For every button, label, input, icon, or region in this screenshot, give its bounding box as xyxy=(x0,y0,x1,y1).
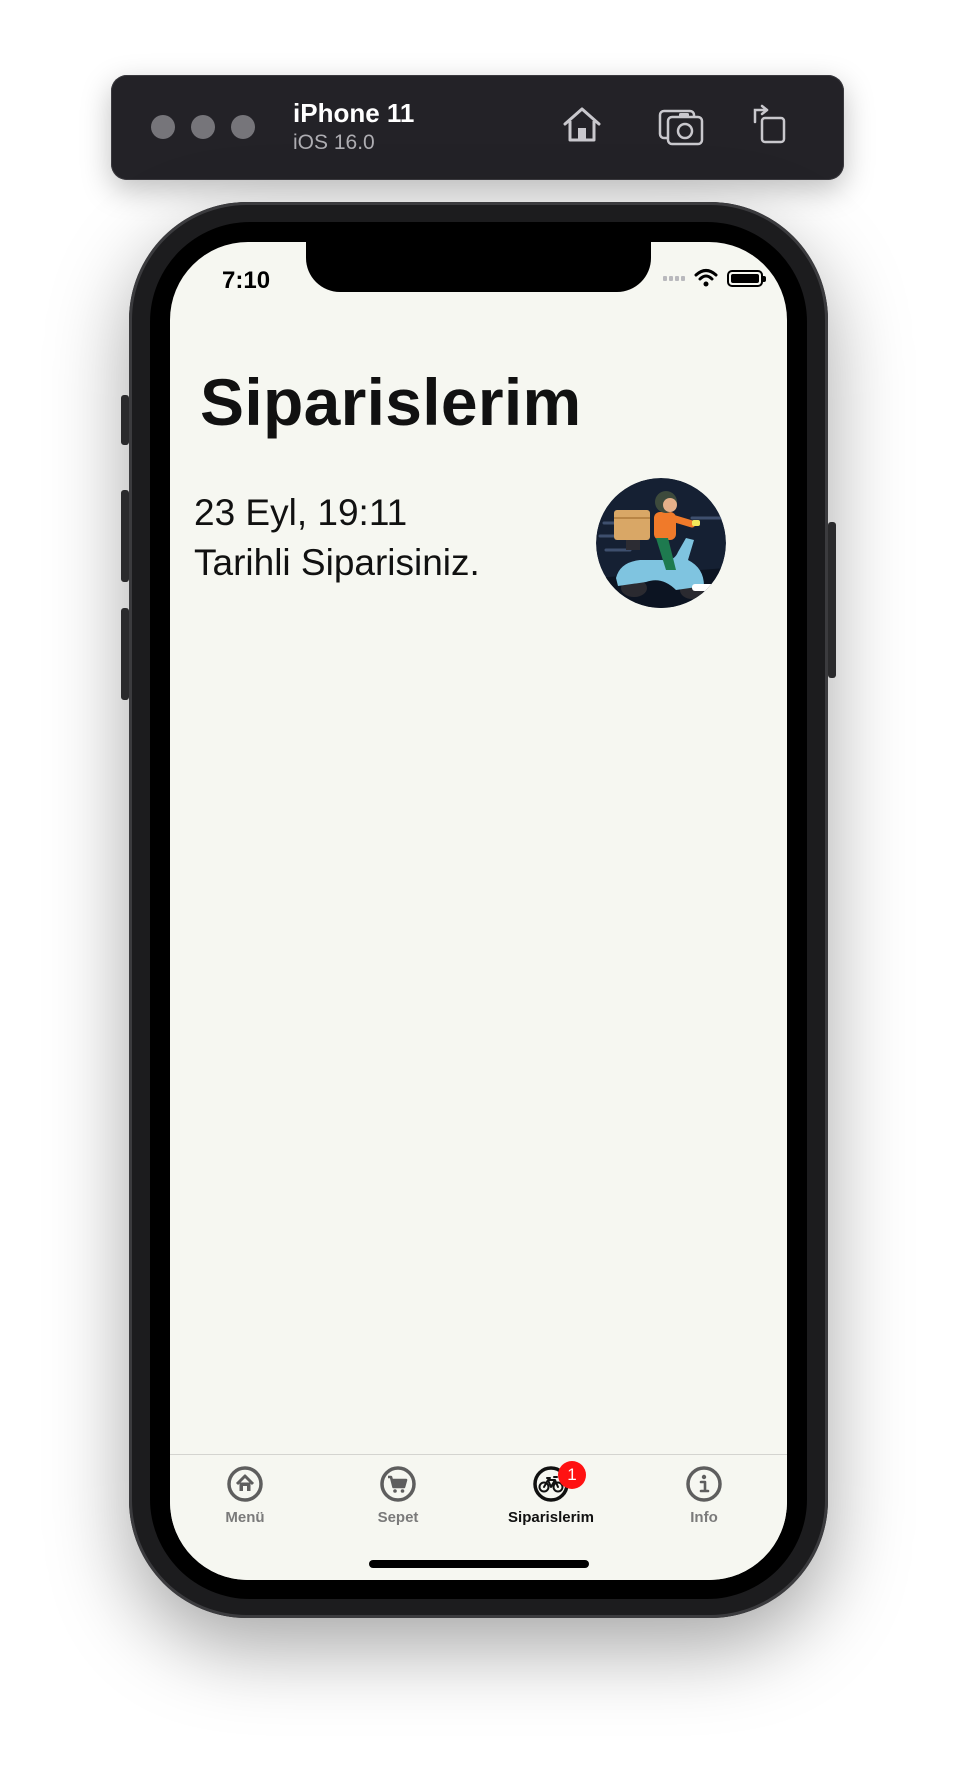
device-os-version: iOS 16.0 xyxy=(293,131,375,154)
volume-up-button xyxy=(121,490,129,582)
window-zoom-dot[interactable] xyxy=(231,115,255,139)
rotate-icon xyxy=(753,104,786,144)
order-description: Tarihli Siparisiniz. xyxy=(194,542,480,583)
notch xyxy=(306,242,651,292)
cellular-signal-icon xyxy=(663,275,685,281)
orders-badge: 1 xyxy=(558,1461,586,1489)
delivery-scooter-image xyxy=(596,478,726,608)
rotate-button[interactable] xyxy=(745,100,795,150)
tab-cart-label: Sepet xyxy=(377,1509,419,1526)
wifi-icon xyxy=(694,269,718,287)
window-minimize-dot[interactable] xyxy=(191,115,215,139)
screenshot-icon xyxy=(658,109,704,146)
home-indicator[interactable] xyxy=(369,1560,589,1568)
status-icons xyxy=(663,266,766,290)
mute-switch xyxy=(121,395,129,445)
order-list-item[interactable]: 23 Eyl, 19:11 Tarihli Siparisiniz. xyxy=(194,478,754,618)
status-time: 7:10 xyxy=(222,267,271,294)
tab-menu-label: Menü xyxy=(225,1509,265,1526)
order-date: 23 Eyl, 19:11 xyxy=(194,492,408,533)
battery-icon xyxy=(727,269,766,287)
tab-info-label: Info xyxy=(690,1509,718,1526)
info-icon xyxy=(686,1466,722,1502)
tab-info[interactable]: Info xyxy=(644,1465,764,1545)
window-close-dot[interactable] xyxy=(151,115,175,139)
app-screen: 7:10 Siparislerim 23 Eyl, 19:11 Tarihli … xyxy=(170,242,787,1580)
home-icon xyxy=(563,107,601,142)
simulator-toolbar xyxy=(111,75,844,180)
device-name: iPhone 11 xyxy=(293,98,415,128)
tab-menu[interactable]: Menü xyxy=(185,1465,305,1545)
tab-cart[interactable]: Sepet xyxy=(338,1465,458,1545)
tab-orders[interactable]: 1 Siparislerim xyxy=(491,1461,611,1545)
page-title: Siparislerim xyxy=(200,365,582,439)
home-button[interactable] xyxy=(557,100,607,150)
cart-icon xyxy=(380,1466,416,1502)
home-icon xyxy=(227,1466,263,1502)
volume-down-button xyxy=(121,608,129,700)
screenshot-button[interactable] xyxy=(656,100,706,150)
power-button xyxy=(828,522,836,678)
tab-orders-label: Siparislerim xyxy=(508,1509,594,1526)
